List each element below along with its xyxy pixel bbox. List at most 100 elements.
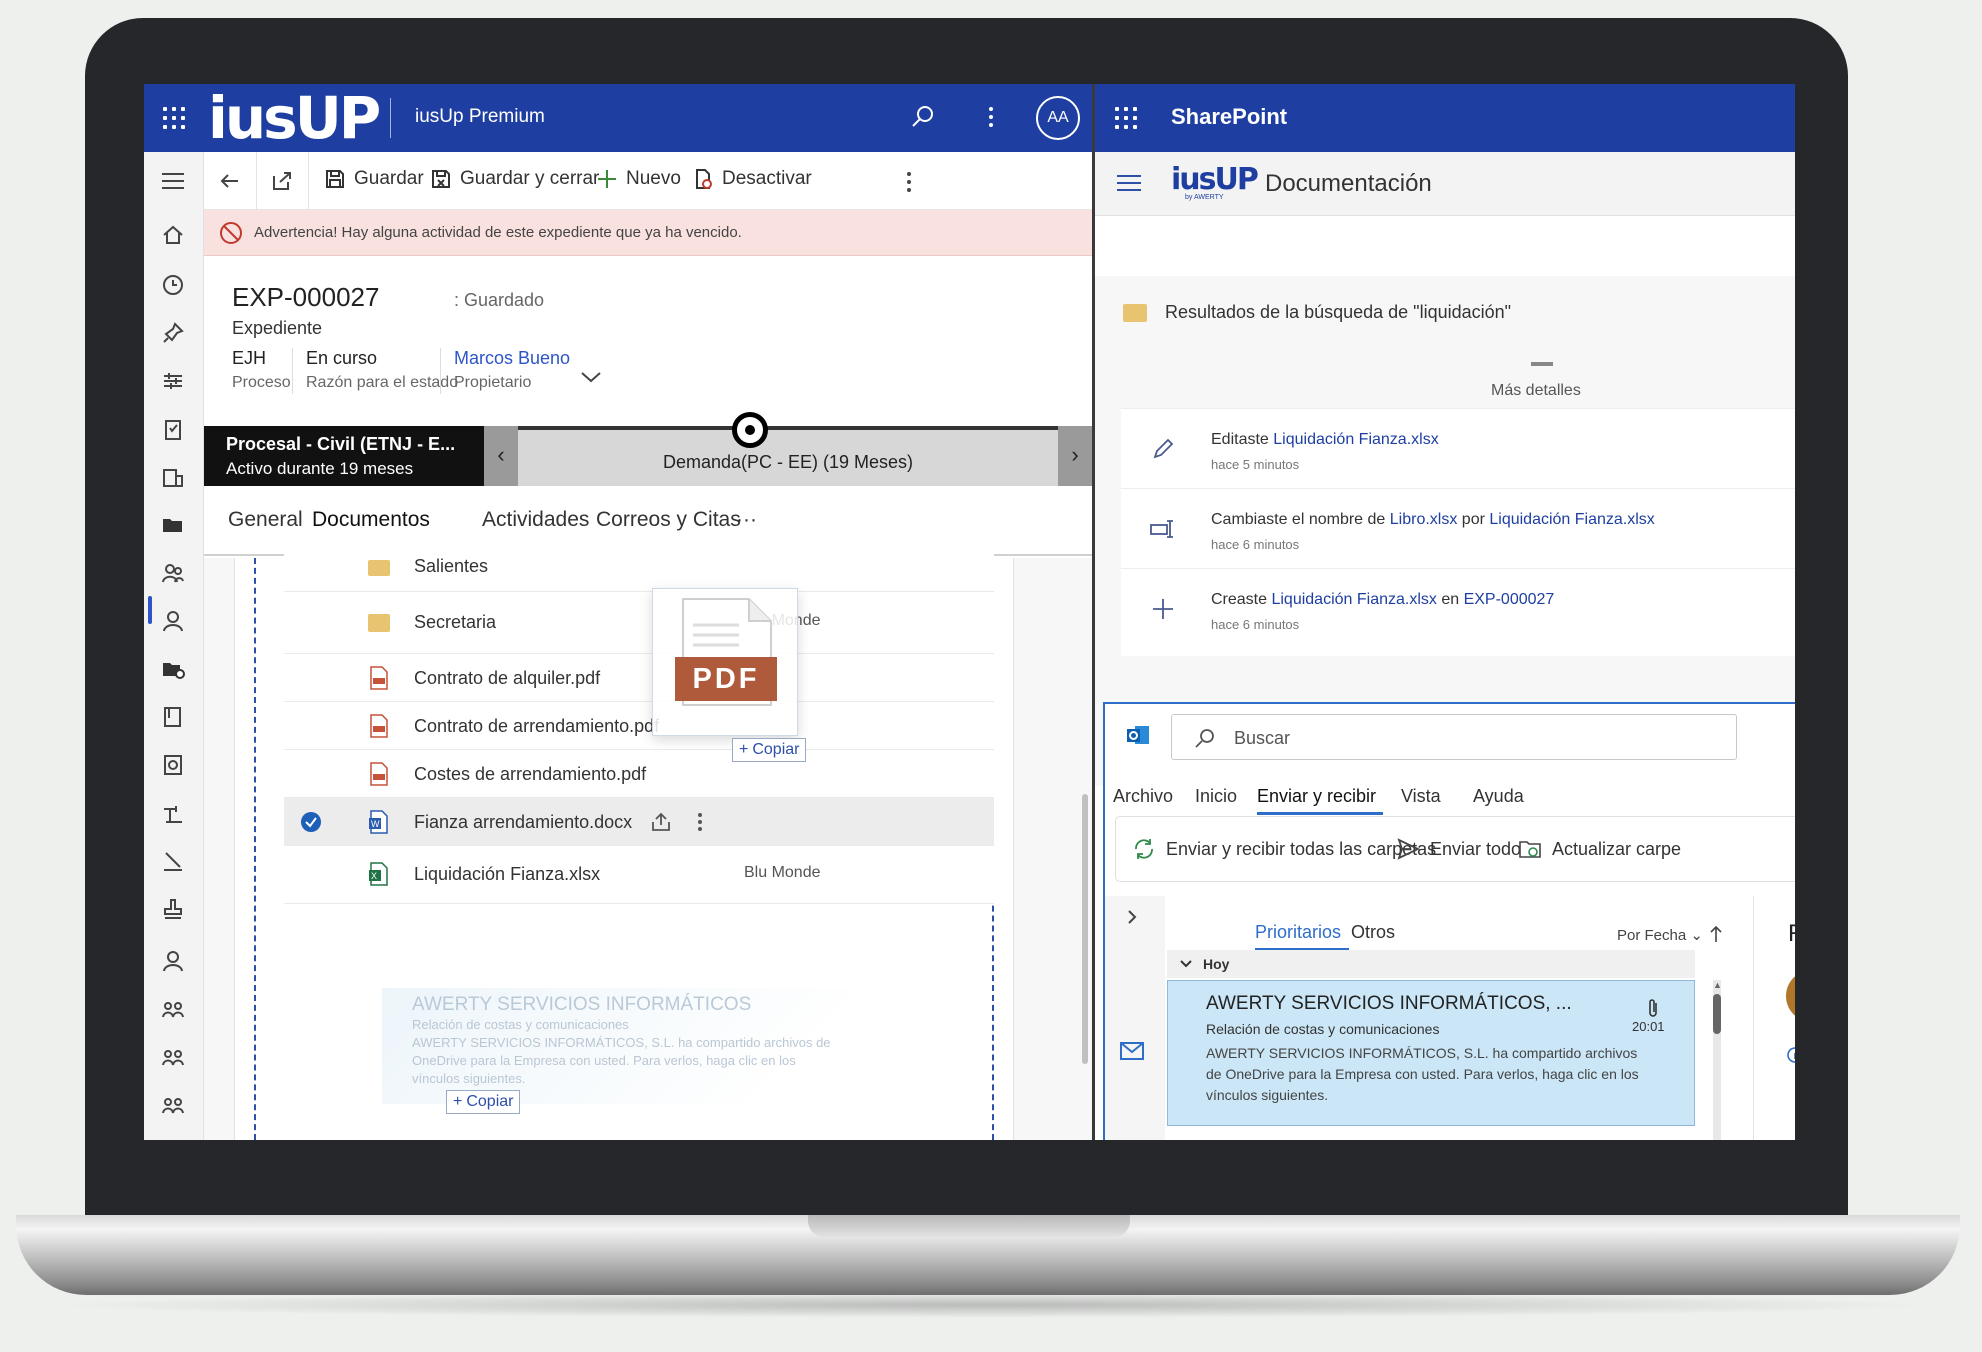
more-details-link[interactable]: Más detalles	[1491, 382, 1581, 400]
list-item[interactable]: Salientes	[284, 538, 994, 592]
clipboard-icon[interactable]	[160, 416, 186, 442]
sitemap-sidebar	[144, 152, 204, 1140]
list-item[interactable]: Contrato de arrendamiento.pdf	[284, 702, 994, 750]
list-item[interactable]: Contrato de alquiler.pdf	[284, 654, 994, 702]
person-icon[interactable]	[160, 608, 186, 634]
scroll-thumb[interactable]	[1713, 994, 1721, 1034]
open-new-window-icon[interactable]	[270, 170, 294, 192]
owner-link[interactable]: Marcos Bueno	[454, 348, 570, 369]
send-receive-all-button[interactable]: Enviar y recibir todas las carpetas	[1132, 837, 1436, 861]
menu-vista[interactable]: Vista	[1401, 786, 1441, 807]
bpf-next-button[interactable]: ›	[1058, 426, 1092, 486]
save-label: Guardar	[354, 168, 424, 189]
more-commands-icon[interactable]	[904, 170, 914, 194]
save-close-button[interactable]: Guardar y cerrar	[430, 168, 599, 190]
app-launcher-icon[interactable]	[1115, 107, 1137, 129]
send-all-button[interactable]: Enviar todo	[1396, 837, 1521, 861]
book-icon[interactable]	[160, 704, 186, 730]
mail-icon[interactable]	[1119, 1040, 1145, 1062]
deactivate-button[interactable]: Desactivar	[692, 168, 812, 190]
menu-archivo[interactable]: Archivo	[1113, 786, 1173, 807]
group-icon[interactable]	[160, 1044, 186, 1070]
dragged-pdf-file[interactable]: PDF	[652, 588, 798, 736]
gavel-icon[interactable]	[160, 800, 186, 826]
folder-settings-icon[interactable]	[160, 656, 186, 682]
activity-file-link[interactable]: Liquidación Fianza.xlsx	[1489, 511, 1654, 528]
chevron-right-icon[interactable]	[1125, 908, 1139, 926]
bpf-previous-button[interactable]: ‹	[484, 426, 518, 486]
new-button[interactable]: Nuevo	[596, 168, 681, 190]
warning-banner: Advertencia! Hay alguna actividad de est…	[204, 210, 1092, 256]
sort-by-date-button[interactable]: Por Fecha ⌄	[1617, 926, 1703, 944]
tab-actividades[interactable]: Actividades	[482, 508, 589, 532]
users-icon[interactable]	[160, 1092, 186, 1118]
avatar[interactable]: AA	[1036, 96, 1080, 140]
menu-ayuda[interactable]: Ayuda	[1473, 786, 1524, 807]
list-item[interactable]: Secretaria Blu Monde	[284, 592, 994, 654]
building-icon[interactable]	[160, 464, 186, 490]
contact-icon[interactable]	[160, 948, 186, 974]
hamburger-icon[interactable]	[1115, 172, 1143, 194]
app-launcher-icon[interactable]	[163, 107, 185, 129]
bpf-current-stage[interactable]: Demanda(PC - EE) (19 Meses)	[518, 452, 1058, 473]
bpf-active-process[interactable]: Procesal - Civil (ETNJ - E... Activo dur…	[204, 426, 484, 486]
safe-icon[interactable]	[160, 752, 186, 778]
stamp-icon[interactable]	[160, 896, 186, 922]
email-sender: AWERTY SERVICIOS INFORMÁTICOS, ...	[1206, 993, 1572, 1014]
tab-prioritarios[interactable]: Prioritarios	[1255, 922, 1341, 943]
update-folder-button[interactable]: Actualizar carpe	[1518, 837, 1681, 861]
sharepoint-title[interactable]: SharePoint	[1171, 104, 1287, 130]
drag-handle-icon[interactable]	[1531, 362, 1553, 366]
activity-item[interactable]: Creaste Liquidación Fianza.xlsx en EXP-0…	[1121, 568, 1795, 656]
dragged-email[interactable]: AWERTY SERVICIOS INFORMÁTICOS Relación d…	[382, 988, 868, 1104]
hamburger-icon[interactable]	[160, 170, 186, 192]
message-list-scrollbar[interactable]: ▲	[1713, 980, 1722, 1140]
activity-item[interactable]: Editaste Liquidación Fianza.xlsx hace 5 …	[1121, 408, 1795, 496]
info-icon[interactable]	[1786, 1046, 1795, 1064]
checkmark-circle-icon[interactable]	[300, 811, 322, 833]
share-icon[interactable]	[650, 812, 672, 832]
group-header[interactable]: Hoy	[1167, 950, 1695, 978]
tab-correos-citas[interactable]: Correos y Citas	[596, 508, 741, 532]
vertical-scrollbar[interactable]	[1082, 794, 1088, 1064]
tab-general[interactable]: General	[228, 508, 303, 532]
save-button[interactable]: Guardar	[324, 168, 424, 190]
list-item-selected[interactable]: W Fianza arrendamiento.docx	[284, 798, 994, 846]
tab-more[interactable]: ···	[736, 508, 757, 532]
activity-file-link[interactable]: Liquidación Fianza.xlsx	[1271, 591, 1436, 608]
folder-open-icon[interactable]	[160, 512, 186, 538]
back-arrow-icon[interactable]	[218, 170, 242, 192]
activity-folder-link[interactable]: EXP-000027	[1464, 591, 1555, 608]
tab-documentos[interactable]: Documentos	[312, 508, 430, 532]
dynamics-app: iusUP iusUp Premium AA Guardar Guardar y…	[144, 84, 1092, 1140]
people-icon[interactable]	[160, 560, 186, 586]
menu-inicio[interactable]: Inicio	[1195, 786, 1237, 807]
activity-item[interactable]: Cambiaste el nombre de Libro.xlsx por Li…	[1121, 488, 1795, 576]
more-vertical-icon[interactable]	[986, 104, 996, 130]
iusup-logo: iusUP	[208, 84, 381, 152]
email-preview: AWERTY SERVICIOS INFORMÁTICOS, S.L. ha c…	[1206, 1045, 1639, 1103]
bpf-stage-node[interactable]	[732, 412, 768, 448]
pin-icon[interactable]	[160, 320, 186, 346]
chevron-down-icon[interactable]	[580, 370, 602, 384]
update-folder-label: Actualizar carpe	[1552, 838, 1682, 859]
list-item[interactable]: X Liquidación Fianza.xlsx Blu Monde	[284, 846, 994, 904]
activity-file-link[interactable]: Libro.xlsx	[1390, 511, 1458, 528]
sort-direction-icon[interactable]	[1709, 924, 1723, 944]
more-vertical-icon[interactable]	[696, 812, 704, 832]
recent-clock-icon[interactable]	[160, 272, 186, 298]
home-icon[interactable]	[160, 222, 186, 248]
search-icon[interactable]	[910, 104, 936, 130]
list-item[interactable]: Costes de arrendamiento.pdf	[284, 750, 994, 798]
folder-icon	[368, 614, 390, 632]
tab-otros[interactable]: Otros	[1351, 922, 1395, 943]
activity-file-link[interactable]: Liquidación Fianza.xlsx	[1273, 431, 1438, 448]
menu-enviar-recibir[interactable]: Enviar y recibir	[1257, 786, 1376, 807]
settings-sliders-icon[interactable]	[160, 368, 186, 394]
email-item-selected[interactable]: AWERTY SERVICIOS INFORMÁTICOS, ... Relac…	[1167, 980, 1695, 1126]
copy-drop-hint: + Copiar	[732, 738, 807, 762]
team-icon[interactable]	[160, 996, 186, 1022]
outlook-search-input[interactable]: Buscar	[1171, 714, 1737, 760]
scroll-up-arrow[interactable]: ▲	[1713, 980, 1722, 992]
pen-sign-icon[interactable]	[160, 848, 186, 874]
